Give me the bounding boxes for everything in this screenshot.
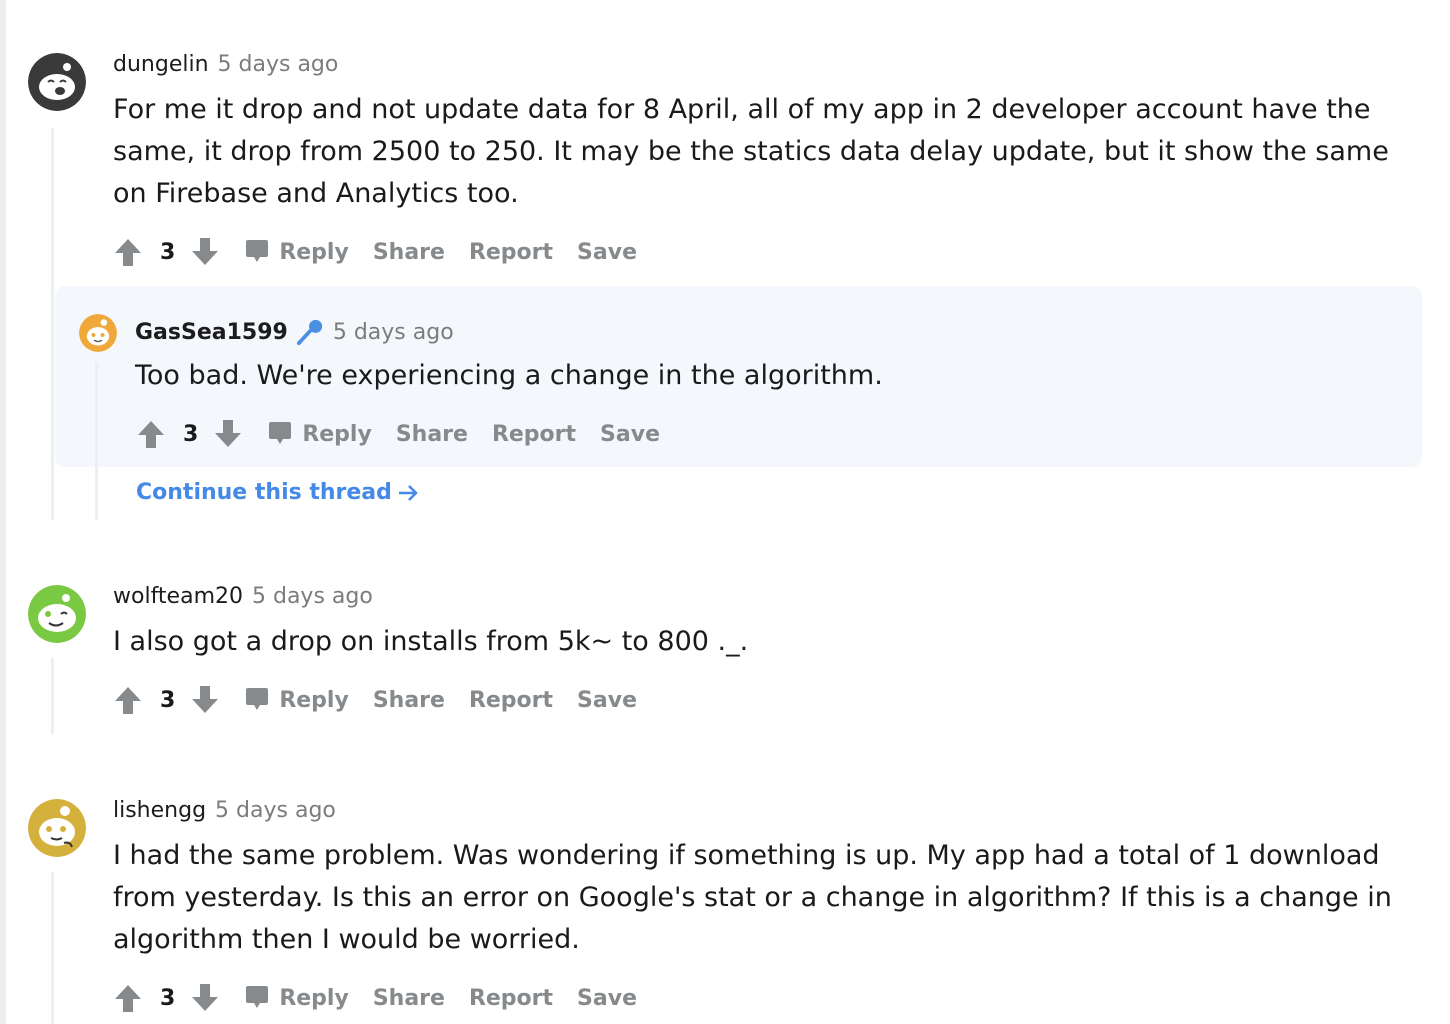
microphone-icon	[296, 319, 322, 346]
snoo-avatar-icon	[79, 314, 117, 352]
upvote-icon[interactable]	[137, 419, 165, 449]
comment-body: I had the same problem. Was wondering if…	[113, 840, 1392, 955]
comment-meta: dungelin 5 days ago	[113, 52, 338, 77]
reply-button[interactable]: Reply	[245, 687, 349, 713]
reply-label: Reply	[279, 985, 349, 1011]
comment-bubble-icon	[246, 688, 269, 710]
report-button[interactable]: Report	[469, 688, 553, 713]
thread-line[interactable]	[51, 872, 54, 1024]
author-name[interactable]: lishengg	[113, 798, 206, 823]
downvote-icon[interactable]	[191, 237, 219, 267]
save-button[interactable]: Save	[577, 240, 637, 265]
share-button[interactable]: Share	[373, 240, 445, 265]
comment-meta: lishengg 5 days ago	[113, 798, 336, 823]
comment-body: I also got a drop on installs from 5k~ t…	[113, 626, 749, 657]
reply-button[interactable]: Reply	[268, 421, 372, 447]
author-name[interactable]: GasSea1599	[135, 320, 288, 345]
comment-body: For me it drop and not update data for 8…	[113, 94, 1389, 209]
vote-score: 3	[160, 687, 176, 713]
thread-line[interactable]	[95, 362, 98, 520]
comment-body: Too bad. We're experiencing a change in …	[135, 360, 883, 391]
upvote-icon[interactable]	[114, 983, 142, 1013]
author-name[interactable]: dungelin	[113, 52, 209, 77]
timestamp[interactable]: 5 days ago	[218, 52, 339, 77]
comment-meta: GasSea1599 5 days ago	[135, 318, 454, 346]
reply-label: Reply	[302, 421, 372, 447]
comment-actions: 3 Reply Share Report Save	[114, 980, 661, 1016]
avatar-gassea1599[interactable]	[79, 314, 117, 352]
vote-score: 3	[160, 985, 176, 1011]
upvote-icon[interactable]	[114, 685, 142, 715]
comment-bubble-icon	[269, 422, 292, 444]
comment-bubble-icon	[246, 240, 269, 262]
reply-label: Reply	[279, 239, 349, 265]
comment-bubble-icon	[246, 986, 269, 1008]
arrow-right-icon	[398, 484, 418, 501]
timestamp[interactable]: 5 days ago	[215, 798, 336, 823]
comment-actions: 3 Reply Share Report Save	[114, 234, 661, 270]
share-button[interactable]: Share	[396, 422, 468, 447]
save-button[interactable]: Save	[577, 986, 637, 1011]
downvote-icon[interactable]	[214, 419, 242, 449]
comment-meta: wolfteam20 5 days ago	[113, 584, 373, 609]
downvote-icon[interactable]	[191, 983, 219, 1013]
vote-score: 3	[160, 239, 176, 265]
share-button[interactable]: Share	[373, 986, 445, 1011]
snoo-winking-avatar-icon	[28, 585, 86, 643]
continue-thread-label: Continue this thread	[136, 480, 392, 505]
downvote-icon[interactable]	[191, 685, 219, 715]
author-name[interactable]: wolfteam20	[113, 584, 243, 609]
comment-actions: 3 Reply Share Report Save	[137, 416, 684, 452]
thread-line[interactable]	[51, 128, 54, 520]
save-button[interactable]: Save	[577, 688, 637, 713]
comment-actions: 3 Reply Share Report Save	[114, 682, 661, 718]
timestamp[interactable]: 5 days ago	[333, 320, 454, 345]
report-button[interactable]: Report	[469, 240, 553, 265]
upvote-icon[interactable]	[114, 237, 142, 267]
reply-button[interactable]: Reply	[245, 985, 349, 1011]
snoo-laughing-avatar-icon	[28, 53, 86, 111]
page-left-border	[0, 0, 6, 1024]
avatar-wolfteam20[interactable]	[28, 585, 86, 643]
avatar-lishengg[interactable]	[28, 799, 86, 857]
timestamp[interactable]: 5 days ago	[252, 584, 373, 609]
snoo-thinking-avatar-icon	[28, 799, 86, 857]
save-button[interactable]: Save	[600, 422, 660, 447]
reply-label: Reply	[279, 687, 349, 713]
continue-thread-link[interactable]: Continue this thread	[136, 480, 420, 505]
thread-line[interactable]	[51, 658, 54, 734]
share-button[interactable]: Share	[373, 688, 445, 713]
report-button[interactable]: Report	[469, 986, 553, 1011]
vote-score: 3	[183, 421, 199, 447]
reply-button[interactable]: Reply	[245, 239, 349, 265]
avatar-dungelin[interactable]	[28, 53, 86, 111]
report-button[interactable]: Report	[492, 422, 576, 447]
